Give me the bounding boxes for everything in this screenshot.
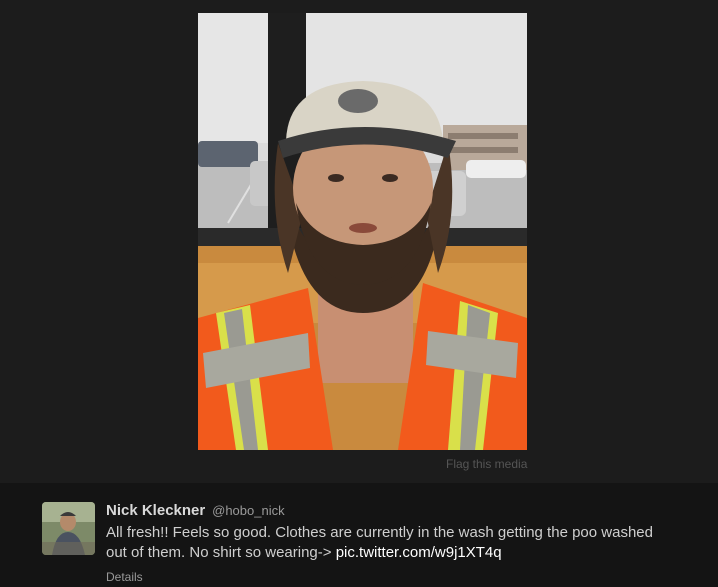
details-link[interactable]: Details	[106, 570, 143, 584]
tweet-photo[interactable]	[198, 13, 527, 450]
author-handle[interactable]: @hobo_nick	[212, 503, 284, 518]
tweet-media-link[interactable]: pic.twitter.com/w9j1XT4q	[336, 544, 502, 561]
avatar-image	[42, 502, 95, 555]
author-name[interactable]: Nick Kleckner	[106, 502, 205, 519]
media-viewer: Flag this media	[0, 0, 718, 483]
author-avatar[interactable]	[42, 502, 95, 555]
author-line: Nick Kleckner @hobo_nick	[106, 501, 696, 520]
tweet-details-bar: Nick Kleckner @hobo_nick All fresh!! Fee…	[0, 483, 718, 587]
tweet-text: All fresh!! Feels so good. Clothes are c…	[106, 523, 676, 563]
flag-media-link[interactable]: Flag this media	[446, 457, 527, 471]
tweet-body: Nick Kleckner @hobo_nick All fresh!! Fee…	[106, 501, 696, 586]
photo-illustration	[198, 13, 527, 450]
